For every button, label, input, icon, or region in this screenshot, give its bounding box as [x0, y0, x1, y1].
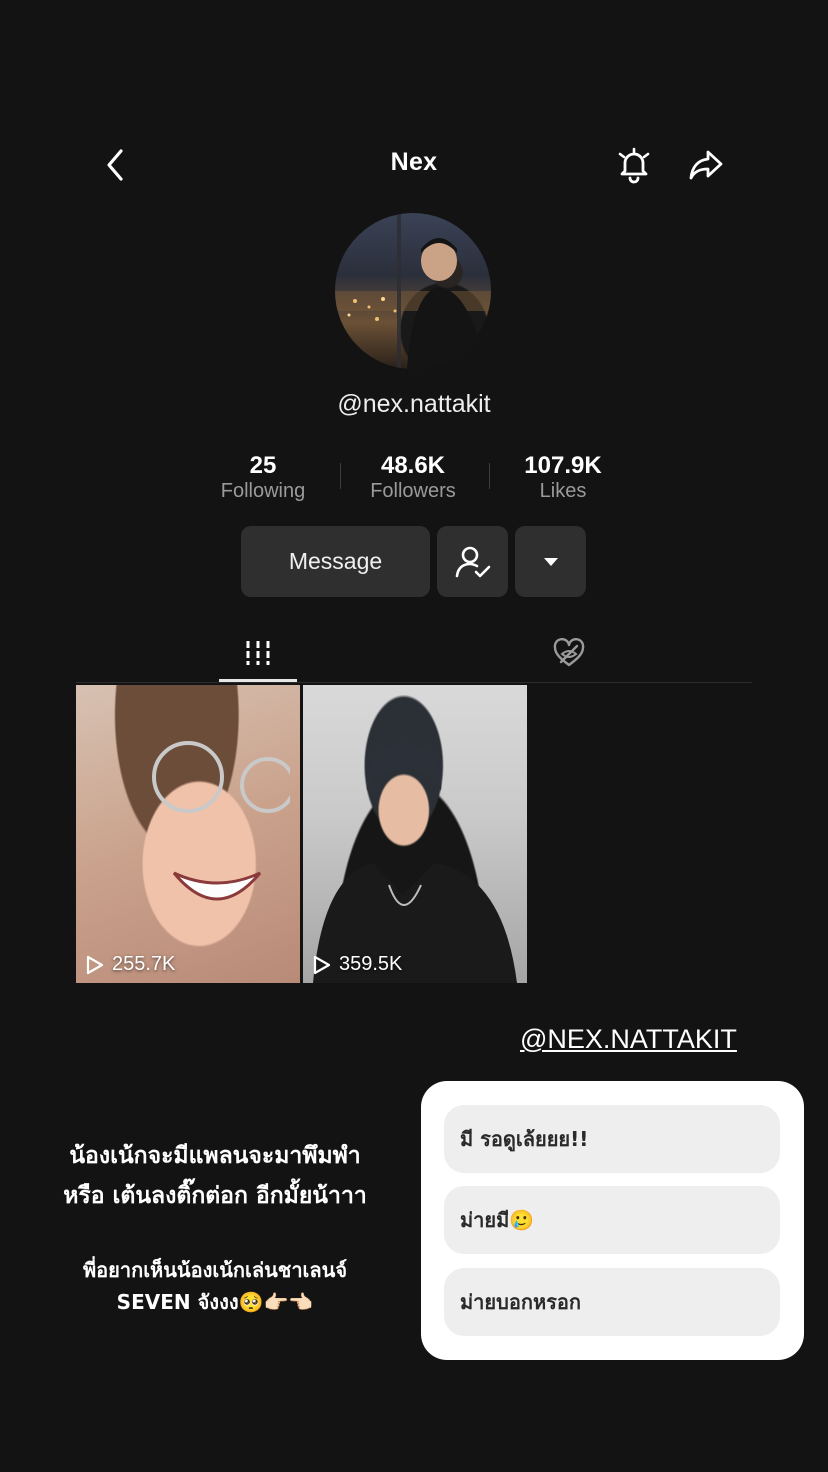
play-icon — [313, 955, 331, 974]
video-thumbnail[interactable]: 359.5K — [303, 685, 527, 983]
wish-line: พี่อยากเห็นน้องเน้กเล่นชาเลนจ์ — [82, 1258, 348, 1282]
view-count: 255.7K — [86, 953, 175, 976]
heart-hidden-icon — [553, 638, 585, 667]
stat-likes[interactable]: 107.9K Likes — [488, 452, 638, 503]
grid-lines-icon — [246, 641, 270, 665]
user-check-icon — [455, 546, 490, 577]
poll-option[interactable]: มี รอดูเล้ยยย!! — [444, 1105, 780, 1173]
username: @nex.nattakit — [337, 390, 491, 418]
smile-graphic — [172, 871, 262, 901]
video-thumbnail[interactable]: 255.7K — [76, 685, 300, 983]
view-count-label: 255.7K — [112, 953, 176, 975]
tab-videos[interactable] — [219, 624, 297, 682]
view-count: 359.5K — [313, 953, 402, 976]
poll-option[interactable]: ม่ายบอกหรอก — [444, 1268, 780, 1336]
share-arrow-icon — [689, 150, 723, 180]
chevron-left-icon — [107, 149, 123, 181]
stat-following[interactable]: 25 Following — [188, 452, 338, 503]
more-dropdown-button[interactable] — [515, 526, 586, 597]
followers-count: 48.6K — [380, 452, 446, 479]
stat-followers[interactable]: 48.6K Followers — [338, 452, 488, 503]
view-count-label: 359.5K — [339, 953, 403, 975]
page-title: Nex — [390, 148, 438, 176]
followers-label: Followers — [370, 480, 456, 502]
caret-down-icon — [543, 557, 558, 566]
notification-button[interactable] — [612, 143, 656, 187]
message-button[interactable]: Message — [241, 526, 430, 597]
share-button[interactable] — [684, 143, 728, 187]
portrait-graphic — [313, 743, 517, 983]
question-text: น้องเน้กจะมีแพลนจะมาพึมพำ หรือ เต้นลงติ๊… — [20, 1136, 410, 1216]
poll-sticker: มี รอดูเล้ยยย!! ม่ายมี🥲 ม่ายบอกหรอก — [421, 1081, 804, 1360]
active-tab-indicator — [219, 679, 297, 682]
wish-line: SEVEN จังงง🥺👉🏻👈🏻 — [116, 1290, 314, 1314]
bell-icon — [618, 147, 650, 184]
following-status-button[interactable] — [437, 526, 508, 597]
question-line: น้องเน้กจะมีแพลนจะมาพึมพำ — [69, 1143, 361, 1169]
likes-count: 107.9K — [524, 452, 602, 479]
tab-liked[interactable] — [530, 624, 608, 682]
glasses-graphic — [152, 741, 290, 813]
tab-divider — [76, 682, 752, 683]
question-line: หรือ เต้นลงติ๊กต่อก อีกมั้ยน้าาา — [63, 1183, 367, 1209]
poll-option[interactable]: ม่ายมี🥲 — [444, 1186, 780, 1254]
following-count: 25 — [249, 452, 277, 479]
likes-label: Likes — [539, 480, 587, 502]
back-button[interactable] — [96, 146, 134, 184]
wish-text: พี่อยากเห็นน้องเน้กเล่นชาเลนจ์ SEVEN จัง… — [20, 1254, 410, 1318]
following-label: Following — [220, 480, 306, 502]
mention-sticker[interactable]: @NEX.NATTAKIT — [520, 1024, 737, 1055]
play-icon — [86, 955, 104, 974]
avatar[interactable] — [335, 213, 491, 369]
